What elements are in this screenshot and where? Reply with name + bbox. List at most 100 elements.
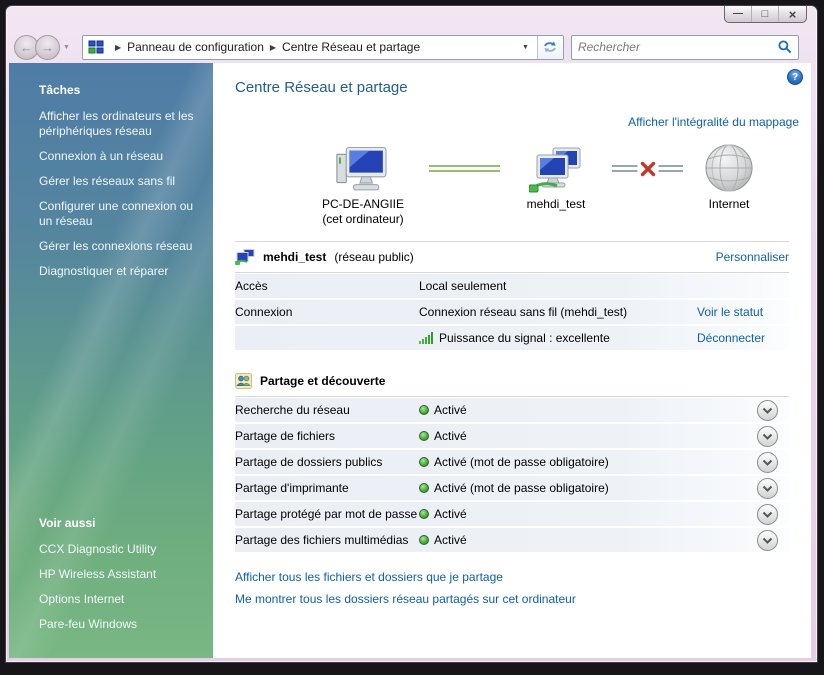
sidebar-item-diagnose-repair[interactable]: Diagnostiquer et réparer: [39, 264, 199, 279]
sidebar-item-hp-wireless[interactable]: HP Wireless Assistant: [39, 567, 199, 582]
row-value: Puissance du signal : excellente: [439, 331, 610, 345]
map-connection-local: [429, 165, 500, 172]
sharing-row-file-sharing: Partage de fichiers Activé: [235, 424, 789, 448]
map-node-internet[interactable]: Internet: [683, 141, 775, 212]
sidebar-item-manage-connections[interactable]: Gérer les connexions réseau: [39, 239, 199, 254]
tasks-sidebar: Tâches Afficher les ordinateurs et les p…: [9, 63, 213, 658]
address-dropdown[interactable]: ▼: [514, 36, 537, 59]
sharing-row-network-discovery: Recherche du réseau Activé: [235, 398, 789, 422]
row-label: Partage d'imprimante: [235, 481, 349, 495]
expand-public-folders-button[interactable]: [756, 451, 778, 473]
sharing-row-printer: Partage d'imprimante Activé (mot de pass…: [235, 476, 789, 500]
network-row-connection: Connexion Connexion réseau sans fil (meh…: [235, 300, 789, 324]
map-label-pc: PC-DE-ANGIIE: [321, 197, 404, 211]
globe-icon: [704, 141, 754, 193]
maximize-button[interactable]: □: [752, 6, 779, 22]
breadcrumb-network-center[interactable]: Centre Réseau et partage: [282, 40, 420, 54]
expand-password-protected-button[interactable]: [756, 503, 778, 525]
breadcrumb-arrow-icon: ▶: [114, 42, 122, 52]
back-icon: ←: [20, 39, 33, 55]
sidebar-item-windows-firewall[interactable]: Pare-feu Windows: [39, 617, 199, 632]
history-dropdown[interactable]: ▼: [63, 44, 70, 51]
show-shared-files-link[interactable]: Afficher tous les fichiers et dossiers q…: [235, 570, 801, 584]
status-text: Activé (mot de passe obligatoire): [434, 455, 609, 469]
sidebar-item-manage-wireless[interactable]: Gérer les réseaux sans fil: [39, 174, 199, 189]
breadcrumb-arrow-icon: ▶: [269, 42, 277, 52]
chevron-down-icon: ▼: [522, 43, 529, 51]
help-icon: ?: [791, 71, 799, 83]
chevron-down-icon: [762, 459, 772, 466]
row-label: Partage des fichiers multimédias: [235, 533, 409, 547]
page-title: Centre Réseau et partage: [235, 79, 408, 96]
search-box: [570, 34, 799, 60]
chevron-down-icon: [762, 433, 772, 440]
status-on-icon: [419, 405, 429, 415]
window-controls: — □ ×: [724, 6, 807, 23]
help-button[interactable]: ?: [787, 69, 803, 85]
disconnect-link[interactable]: Déconnecter: [697, 331, 765, 345]
footer-links: Afficher tous les fichiers et dossiers q…: [235, 570, 801, 606]
sidebar-item-internet-options[interactable]: Options Internet: [39, 592, 199, 607]
address-bar[interactable]: ▶ Panneau de configuration ▶ Centre Rése…: [81, 34, 564, 60]
expand-printer-sharing-button[interactable]: [756, 477, 778, 499]
main-content: ? Centre Réseau et partage Afficher l'in…: [213, 63, 811, 658]
status-on-icon: [419, 509, 429, 519]
status-text: Activé (mot de passe obligatoire): [434, 481, 609, 495]
chevron-down-icon: [762, 511, 772, 518]
status-on-icon: [419, 431, 429, 441]
view-status-link[interactable]: Voir le statut: [697, 305, 763, 319]
sidebar-item-setup-connection[interactable]: Configurer une connexion ou un réseau: [39, 199, 199, 229]
close-button[interactable]: ×: [779, 6, 806, 22]
row-value: Local seulement: [419, 279, 507, 293]
signal-strength-icon: [419, 332, 433, 344]
expand-file-sharing-button[interactable]: [756, 425, 778, 447]
explorer-window: — □ × ← → ▼ ▶ Panneau de configuration ▶…: [5, 5, 818, 663]
chevron-down-icon: ▼: [63, 43, 70, 51]
refresh-button[interactable]: [536, 35, 563, 59]
map-node-this-computer[interactable]: PC-DE-ANGIIE (cet ordinateur): [297, 141, 429, 227]
forward-button[interactable]: →: [35, 34, 60, 60]
maximize-icon: □: [761, 8, 769, 20]
network-kind: (réseau public): [334, 250, 414, 264]
row-label: Partage de fichiers: [235, 429, 336, 443]
expand-network-discovery-button[interactable]: [756, 399, 778, 421]
expand-media-sharing-button[interactable]: [756, 529, 778, 551]
row-value: Connexion réseau sans fil (mehdi_test): [419, 305, 628, 319]
sharing-section: Partage et découverte Recherche du résea…: [235, 366, 789, 552]
row-label: Connexion: [235, 305, 293, 319]
network-row-signal: Puissance du signal : excellente Déconne…: [235, 326, 789, 350]
close-icon: ×: [788, 6, 797, 22]
row-label: Recherche du réseau: [235, 403, 350, 417]
sidebar-item-connect-network[interactable]: Connexion à un réseau: [39, 149, 199, 164]
show-shared-folders-link[interactable]: Me montrer tous les dossiers réseau part…: [235, 592, 801, 606]
sidebar-item-view-computers[interactable]: Afficher les ordinateurs et les périphér…: [39, 109, 199, 139]
personalize-link[interactable]: Personnaliser: [716, 250, 789, 264]
tasks-header: Tâches: [39, 83, 81, 97]
status-on-icon: [419, 535, 429, 545]
row-label: Partage protégé par mot de passe: [235, 507, 418, 521]
status-text: Activé: [434, 533, 467, 547]
status-on-icon: [419, 483, 429, 493]
search-input[interactable]: [577, 40, 778, 54]
view-full-map-link[interactable]: Afficher l'intégralité du mappage: [628, 115, 799, 129]
row-label: Accès: [235, 279, 268, 293]
network-status-section: mehdi_test (réseau public) Personnaliser…: [235, 241, 789, 350]
network-row-access: Accès Local seulement: [235, 274, 789, 298]
map-label-network: mehdi_test: [526, 197, 586, 211]
row-label: Partage de dossiers publics: [235, 455, 383, 469]
map-node-network[interactable]: mehdi_test: [500, 141, 612, 212]
map-connection-internet: [612, 160, 683, 177]
chevron-down-icon: [762, 407, 772, 414]
chevron-down-icon: [762, 537, 772, 544]
chevron-down-icon: [762, 485, 772, 492]
sharing-row-public-folders: Partage de dossiers publics Activé (mot …: [235, 450, 789, 474]
status-text: Activé: [434, 429, 467, 443]
connection-error-x-icon: [637, 160, 658, 177]
breadcrumb-control-panel[interactable]: Panneau de configuration: [127, 40, 264, 54]
toolbar: ← → ▼ ▶ Panneau de configuration ▶ Centr…: [6, 32, 817, 62]
computer-icon: [335, 141, 391, 193]
minimize-button[interactable]: —: [725, 6, 752, 22]
network-map: PC-DE-ANGIIE (cet ordinateur) mehdi_test…: [297, 141, 775, 227]
sidebar-item-ccx-diagnostic[interactable]: CCX Diagnostic Utility: [39, 542, 199, 557]
network-center-icon: [88, 40, 104, 55]
